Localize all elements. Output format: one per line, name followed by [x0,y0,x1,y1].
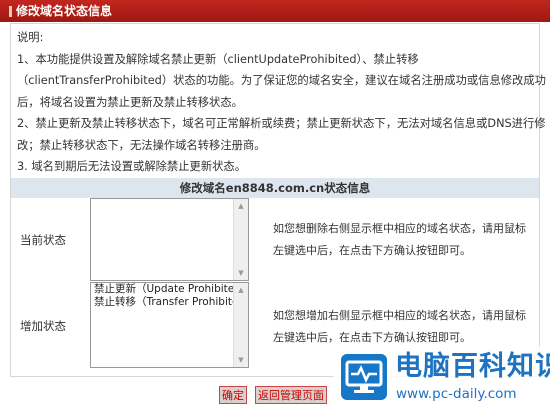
scroll-up-icon[interactable]: ▲ [234,284,248,296]
add-status-option[interactable]: 禁止转移（Transfer Prohibited） [91,296,248,309]
description-line: 3. 域名到期后无法设置或解除禁止更新状态。 [17,160,247,173]
watermark-name: 电脑百科知识 [395,351,550,382]
add-status-listbox[interactable]: 禁止更新（Update Prohibited） 禁止转移（Transfer Pr… [90,282,249,368]
description-line: （clientTransferProhibited）状态的功能。为了保证您的域名… [17,74,546,87]
scroll-down-icon[interactable]: ▼ [234,354,248,366]
back-to-manage-button[interactable]: 返回管理页面 [255,386,327,404]
current-status-label: 当前状态 [20,233,66,247]
description-line: 说明: [17,31,44,44]
monitor-logo-icon [341,354,387,400]
description-line: 1、本功能提供设置及解除域名禁止更新（clientUpdateProhibite… [17,52,419,66]
description-line: 改；禁止转移状态下，无法操作域名转移注册商。 [17,138,266,152]
current-status-listbox[interactable]: ▲ ▼ [90,198,249,281]
header-marker [9,6,12,17]
scroll-up-icon[interactable]: ▲ [234,200,248,212]
domain-section-title: 修改域名en8848.com.cn状态信息 [11,178,539,198]
description-line: 2、禁止更新及禁止转移状态下，域名可正常解析或续费；禁止更新状态下，无法对域名信… [17,117,546,130]
current-status-scrollbar[interactable]: ▲ ▼ [233,199,248,280]
watermark: 电脑百科知识 www.pc-daily.com [333,346,550,410]
add-status-option[interactable]: 禁止更新（Update Prohibited） [91,283,248,296]
add-status-hint: 如您想增加右侧显示框中相应的域名状态，请用鼠标左键选中后，在点击下方确认按钮即可… [273,309,526,344]
page-title: 修改域名状态信息 [16,4,113,18]
description: 说明: 1、本功能提供设置及解除域名禁止更新（clientUpdateProhi… [17,27,546,178]
description-line: 后，将域名设置为禁止更新及禁止转移状态。 [17,95,243,109]
scroll-down-icon[interactable]: ▼ [234,267,248,279]
page-header: 修改域名状态信息 [0,0,550,22]
add-status-scrollbar[interactable]: ▲ ▼ [233,283,248,367]
main-panel: 说明: 1、本功能提供设置及解除域名禁止更新（clientUpdateProhi… [10,23,546,377]
current-status-hint: 如您想删除右侧显示框中相应的域名状态，请用鼠标左键选中后，在点击下方确认按钮即可… [273,222,526,257]
watermark-url: www.pc-daily.com [396,386,517,402]
confirm-button[interactable]: 确定 [219,386,247,404]
add-status-label: 增加状态 [20,319,66,333]
